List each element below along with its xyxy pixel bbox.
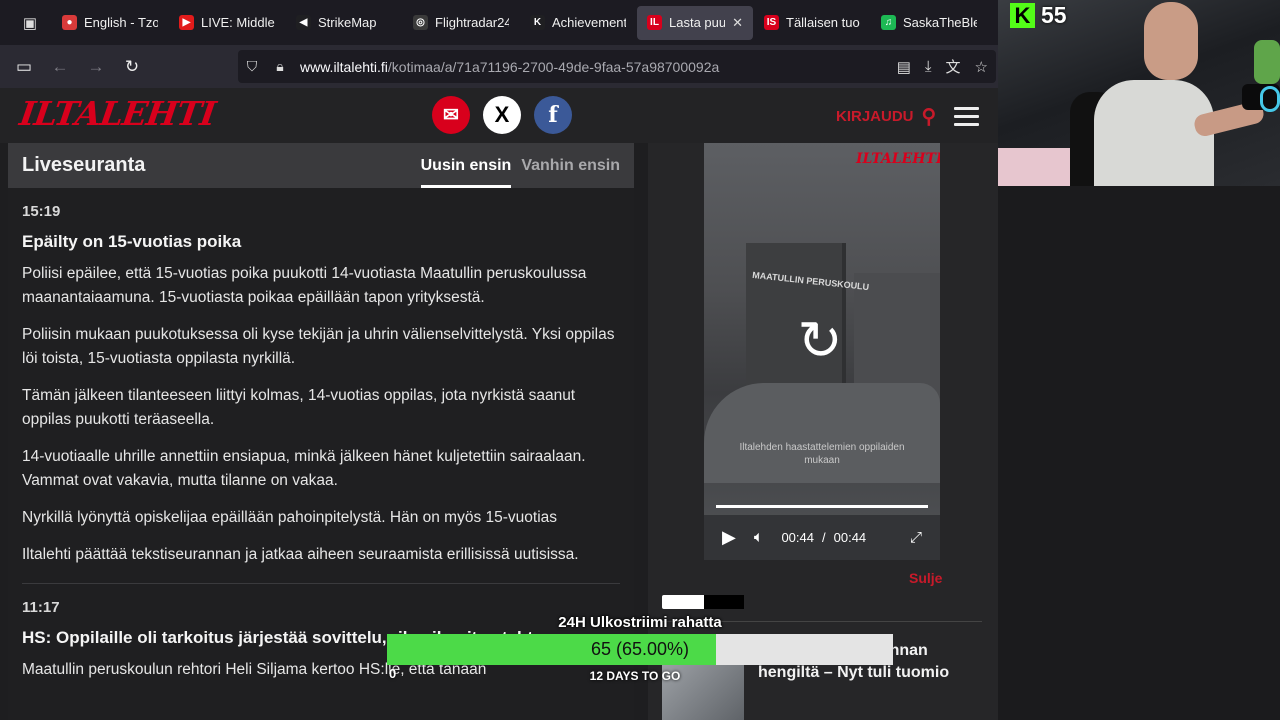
ad-label-mask [704, 595, 744, 609]
video-logo: ILTALEHTI [856, 151, 940, 167]
webcam-person-head [1144, 2, 1198, 80]
reader-icon[interactable]: ▤ [897, 58, 911, 76]
live-entry: 15:19 Epäilty on 15-vuotias poika Poliis… [8, 203, 634, 584]
viewer-count: 55 [1041, 2, 1067, 28]
entry-paragraph: Iltalehti päättää tekstiseurannan ja jat… [22, 546, 579, 563]
browser-tab[interactable]: K Achievements [520, 6, 636, 40]
entry-heading: Epäilty on 15-vuotias poika [22, 232, 242, 251]
play-icon[interactable]: ▶ [722, 527, 736, 548]
tab-label: Flightradar24 [435, 15, 509, 30]
close-video-button[interactable]: Sulje [909, 570, 942, 586]
entry-paragraph: Poliisin mukaan puukotuksessa oli kyse t… [22, 326, 615, 367]
entry-time: 15:19 [22, 203, 61, 220]
browser-tab-bar: ▣ ● English - Tzotz ▶ LIVE: Middle East ◀ Str… [0, 0, 998, 45]
donation-goal-widget: 24H Ulkostriimi rahatta 65 (65.00%) 0 12… [387, 614, 893, 694]
address-bar-actions: ▤ ⤓ 文 ☆ [897, 50, 988, 83]
donation-progress-bar: 65 (65.00%) [387, 634, 893, 665]
entry-paragraph: Poliisi epäilee, että 15-vuotias poika p… [22, 265, 587, 306]
live-feed-title: Liveseuranta [22, 154, 146, 176]
url-text[interactable]: www.iltalehti.fi/kotimaa/a/71a71196-2700… [300, 59, 719, 75]
donation-goal-title: 24H Ulkostriimi rahatta [558, 614, 722, 631]
sort-oldest-tab[interactable]: Vanhin ensin [521, 143, 620, 188]
login-button[interactable]: KIRJAUDU ⚲ [836, 104, 936, 129]
sort-options: Uusin ensin Vanhin ensin [420, 143, 620, 188]
user-icon: ⚲ [921, 106, 937, 128]
back-icon[interactable]: ← [42, 49, 78, 85]
video-caption: Iltalehden haastattelemien oppilaiden mu… [739, 442, 905, 466]
webcam-plant [1254, 40, 1280, 84]
tab-favicon-icon: ● [62, 15, 77, 30]
tab-favicon-icon: K [530, 15, 545, 30]
browser-tab[interactable]: ◀ StrikeMap [286, 6, 402, 40]
tab-strip: ● English - Tzotz ▶ LIVE: Middle East ◀ Strik… [52, 5, 988, 40]
entry-divider [22, 583, 620, 584]
webcam-person-body [1094, 80, 1214, 186]
tab-label: StrikeMap [318, 15, 377, 30]
browser-tab[interactable]: IL Lasta puukotti ✕ [637, 5, 753, 40]
tab-label: Achievements [552, 15, 626, 30]
fullscreen-icon[interactable]: ⤢ [910, 529, 922, 546]
browser-nav-bar: ▭ ← → ↻ ⛉ 🔒︎ www.iltalehti.fi/kotimaa/a/… [0, 45, 998, 88]
replay-icon[interactable]: ↻ [792, 313, 848, 369]
video-duration: 00:44 [833, 530, 867, 545]
browser-tab[interactable]: ▶ LIVE: Middle East [169, 6, 285, 40]
mute-icon[interactable]: 🔈︎ [754, 529, 764, 547]
entry-body: Poliisi epäilee, että 15-vuotias poika p… [22, 262, 620, 567]
address-bar[interactable]: ⛉ 🔒︎ www.iltalehti.fi/kotimaa/a/71a71196… [238, 50, 996, 83]
tab-list-icon[interactable]: ▣ [8, 7, 52, 39]
tab-label: LIVE: Middle East [201, 15, 275, 30]
tab-close-icon[interactable]: ✕ [732, 15, 743, 31]
video-current-time: 00:44 [781, 530, 814, 545]
tab-favicon-icon: ◀ [296, 15, 311, 30]
live-feed-header: Liveseuranta Uusin ensin Vanhin ensin [8, 143, 634, 188]
url-domain: www.iltalehti.fi [300, 58, 388, 75]
share-facebook-icon[interactable]: f [534, 96, 572, 134]
kick-logo-icon: K [1010, 3, 1035, 28]
video-frame-car [704, 383, 940, 483]
sidebar-icon[interactable]: ▭ [6, 49, 42, 85]
menu-icon[interactable] [954, 107, 979, 131]
tab-favicon-icon: IS [764, 15, 779, 30]
browser-tab[interactable]: ● English - Tzotz [52, 6, 168, 40]
tab-favicon-icon: ◎ [413, 15, 428, 30]
tab-label: English - Tzotz [84, 15, 158, 30]
shield-icon[interactable]: ⛉ [238, 58, 266, 75]
site-header: ILTALEHTI ✉ X f KIRJAUDU ⚲ [0, 88, 998, 143]
screen: ▣ ● English - Tzotz ▶ LIVE: Middle East ◀ Str… [0, 0, 1280, 720]
video-time-separator: / [822, 530, 826, 545]
translate-icon[interactable]: 文 [946, 56, 961, 77]
entry-paragraph: 14-vuotiaalle uhrille annettiin ensiapua… [22, 448, 586, 489]
browser-tab[interactable]: ◎ Flightradar24 [403, 6, 519, 40]
reload-icon[interactable]: ↻ [114, 49, 150, 85]
browser-tab[interactable]: ♫ SaskaTheBlessed [871, 6, 987, 40]
video-controls: ▶ 🔈︎ 00:44 / 00:44 ⤢ [704, 515, 940, 560]
site-logo[interactable]: ILTALEHTI [17, 94, 217, 133]
tab-favicon-icon: ▶ [179, 15, 194, 30]
login-label: KIRJAUDU [836, 108, 914, 125]
video-progress-bar[interactable] [716, 505, 928, 508]
donation-progress-value: 65 (65.00%) [590, 639, 690, 659]
save-icon[interactable]: ⤓ [925, 58, 932, 75]
url-path: /kotimaa/a/71a71196-2700-49de-9faa-57a98… [387, 58, 720, 75]
tab-label: Tällaisen tuomion [786, 15, 860, 30]
sort-newest-tab[interactable]: Uusin ensin [420, 143, 512, 188]
lock-icon[interactable]: 🔒︎ [266, 58, 294, 75]
share-x-icon[interactable]: X [483, 96, 521, 134]
video-player[interactable]: MAATULLIN PERUSKOULU ILTALEHTI ↻ Iltaleh… [704, 143, 940, 560]
tab-label: SaskaTheBlessed [903, 15, 977, 30]
tab-favicon-icon: ♫ [881, 15, 896, 30]
donation-days-left: 12 DAYS TO GO [589, 669, 681, 683]
entry-paragraph: Nyrkillä lyönyttä opiskelijaa epäillään … [22, 509, 558, 526]
share-email-icon[interactable]: ✉ [432, 96, 470, 134]
tab-label: Lasta puukotti [669, 15, 726, 30]
viewer-count-badge: K 55 [1010, 2, 1067, 29]
tab-favicon-icon: IL [647, 15, 662, 30]
forward-icon[interactable]: → [78, 49, 114, 85]
video-time: 00:44 / 00:44 [781, 530, 866, 545]
browser-tab[interactable]: IS Tällaisen tuomion [754, 6, 870, 40]
entry-paragraph: Tämän jälkeen tilanteeseen liittyi kolma… [22, 387, 576, 428]
star-icon[interactable]: ☆ [975, 58, 988, 76]
webcam-light-ring [1260, 86, 1280, 112]
